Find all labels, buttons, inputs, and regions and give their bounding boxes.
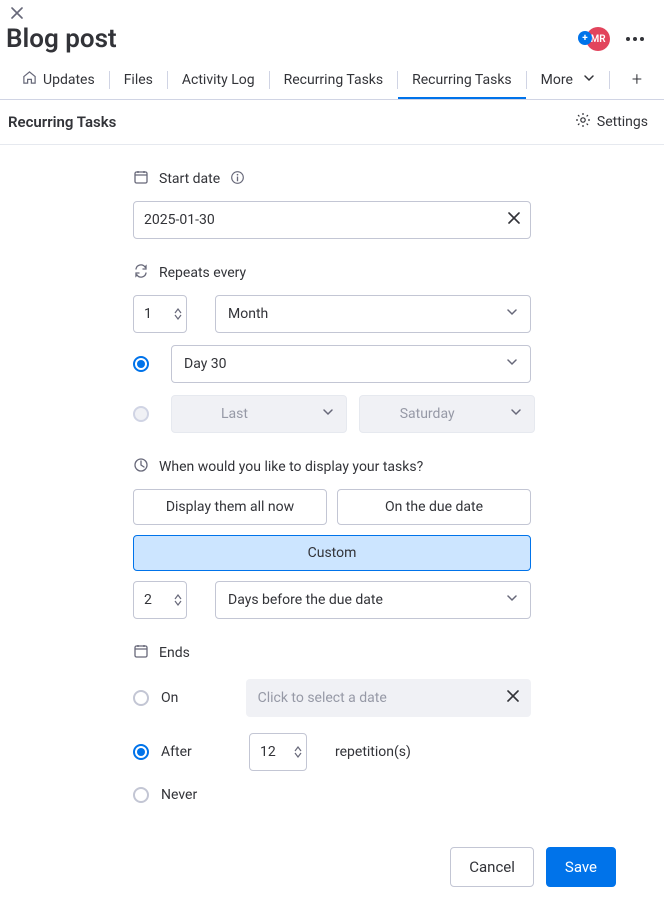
settings-button[interactable]: Settings	[575, 112, 648, 132]
repeat-day-select[interactable]: Day 30	[171, 345, 531, 383]
chevron-down-icon	[579, 72, 595, 88]
home-icon	[22, 70, 37, 89]
repeat-unit-select[interactable]: Month	[215, 295, 531, 333]
tab-updates-label: Updates	[43, 72, 95, 88]
tab-recurring-tasks-2-label: Recurring Tasks	[412, 72, 512, 88]
clock-icon	[133, 457, 149, 477]
display-block: When would you like to display your task…	[133, 457, 531, 619]
more-options-icon[interactable]	[622, 33, 648, 45]
ends-after-suffix: repetition(s)	[335, 744, 411, 760]
chevron-down-icon	[510, 406, 522, 422]
ends-after-radio[interactable]	[133, 744, 149, 760]
chevron-down-icon	[322, 406, 334, 422]
stepper-icon[interactable]	[294, 746, 302, 758]
display-custom-label: Custom	[308, 545, 357, 561]
calendar-icon	[133, 643, 149, 663]
cancel-label: Cancel	[469, 858, 515, 876]
add-tab-button[interactable]: +	[618, 61, 656, 98]
avatar-initials: MR	[590, 34, 605, 45]
repeat-last-label: Last	[221, 406, 248, 422]
repeats-label: Repeats every	[159, 265, 246, 281]
start-date-input[interactable]: 2025-01-30	[133, 201, 531, 239]
display-on-due-label: On the due date	[385, 499, 483, 515]
settings-label: Settings	[597, 114, 648, 130]
repeat-last-select: Last	[171, 395, 347, 433]
repeat-day-value: Day 30	[184, 356, 227, 372]
ends-never-radio[interactable]	[133, 787, 149, 803]
tab-activity-log-label: Activity Log	[182, 72, 255, 88]
cancel-button[interactable]: Cancel	[450, 847, 534, 887]
repeat-weekday-value: Saturday	[400, 406, 455, 422]
display-all-now-label: Display them all now	[166, 499, 294, 515]
ends-block: Ends On Click to select a date After 12	[133, 643, 531, 803]
repeat-last-weekday-radio[interactable]	[133, 406, 149, 422]
ends-after-count-input[interactable]: 12	[249, 733, 307, 771]
tab-recurring-tasks-1[interactable]: Recurring Tasks	[270, 62, 398, 98]
gear-icon	[575, 112, 591, 132]
chevron-down-icon	[506, 306, 518, 322]
repeat-icon	[133, 263, 149, 283]
tab-updates[interactable]: Updates	[8, 60, 109, 99]
display-unit-select[interactable]: Days before the due date	[215, 581, 531, 619]
tab-separator	[609, 71, 610, 89]
display-label: When would you like to display your task…	[159, 459, 423, 475]
display-unit-value: Days before the due date	[228, 592, 383, 608]
tab-more[interactable]: More	[527, 62, 609, 98]
repeat-unit-value: Month	[228, 306, 268, 322]
tab-more-label: More	[541, 72, 573, 88]
close-icon[interactable]	[8, 4, 26, 22]
ends-never-label: Never	[161, 787, 209, 803]
ends-after-label: After	[161, 744, 209, 760]
clear-ends-date-icon[interactable]	[507, 690, 519, 706]
display-custom-button[interactable]: Custom	[133, 535, 531, 571]
start-date-block: Start date 2025-01-30	[133, 169, 531, 239]
panel-title: Recurring Tasks	[8, 113, 116, 131]
display-on-due-button[interactable]: On the due date	[337, 489, 531, 525]
repeat-count-value: 1	[144, 306, 152, 322]
page-title: Blog post	[6, 24, 117, 54]
stepper-icon[interactable]	[174, 594, 182, 606]
repeat-count-input[interactable]: 1	[133, 295, 187, 333]
save-label: Save	[565, 858, 597, 876]
ends-on-date-input[interactable]: Click to select a date	[246, 679, 531, 717]
calendar-icon	[133, 169, 149, 189]
ends-on-label: On	[161, 690, 206, 706]
display-count-value: 2	[144, 592, 152, 608]
ends-after-count-value: 12	[260, 744, 276, 760]
avatar[interactable]: + MR	[586, 27, 610, 51]
save-button[interactable]: Save	[546, 847, 616, 887]
chevron-down-icon	[506, 592, 518, 608]
plus-icon: +	[578, 31, 592, 45]
start-date-label: Start date	[159, 171, 220, 187]
chevron-down-icon	[506, 356, 518, 372]
tab-recurring-tasks-2[interactable]: Recurring Tasks	[398, 62, 526, 98]
clear-start-date-icon[interactable]	[508, 212, 520, 228]
repeat-weekday-select: Saturday	[359, 395, 535, 433]
tab-recurring-tasks-1-label: Recurring Tasks	[284, 72, 384, 88]
tab-files[interactable]: Files	[110, 62, 167, 98]
display-count-input[interactable]: 2	[133, 581, 187, 619]
repeats-block: Repeats every 1 Month Day 30	[133, 263, 531, 433]
ends-label: Ends	[159, 645, 190, 661]
ends-on-date-placeholder: Click to select a date	[258, 690, 387, 706]
stepper-icon[interactable]	[174, 308, 182, 320]
tab-activity-log[interactable]: Activity Log	[168, 62, 269, 98]
tab-files-label: Files	[124, 72, 153, 88]
info-icon[interactable]	[230, 170, 245, 189]
ends-on-radio[interactable]	[133, 690, 149, 706]
repeat-day-radio[interactable]	[133, 356, 149, 372]
tabs: Updates Files Activity Log Recurring Tas…	[0, 60, 664, 100]
display-all-now-button[interactable]: Display them all now	[133, 489, 327, 525]
start-date-value: 2025-01-30	[144, 212, 215, 228]
